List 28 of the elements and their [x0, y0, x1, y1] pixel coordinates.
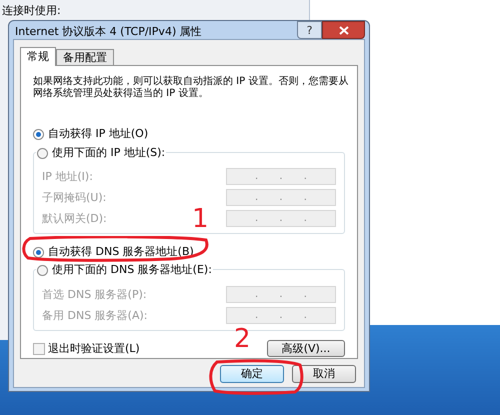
radio-button[interactable] — [37, 264, 48, 276]
close-icon — [338, 26, 348, 34]
dialog-button[interactable]: 确定 — [220, 365, 284, 383]
radio-label: 使用下面的 IP 地址(S): — [52, 146, 166, 160]
radio-label: 自动获得 IP 地址(O) — [48, 127, 148, 141]
field-label: 子网掩码(U): — [42, 190, 106, 204]
radio-button[interactable] — [33, 128, 44, 140]
radio-label: 使用下面的 DNS 服务器地址(E): — [52, 263, 212, 277]
tab[interactable]: 备用配置 — [56, 49, 114, 65]
field-label: 首选 DNS 服务器(P): — [42, 288, 147, 302]
checkbox[interactable] — [33, 342, 45, 354]
window-label: 连接时使用: — [2, 4, 61, 17]
checkbox-label: 退出时验证设置(L) — [48, 342, 140, 356]
field-label: 备用 DNS 服务器(A): — [42, 308, 148, 322]
radio-label: 自动获得 DNS 服务器地址(B) — [48, 245, 194, 259]
field-label: 默认网关(D): — [42, 212, 107, 226]
description-text: 如果网络支持此功能，则可以获取自动指派的 IP 设置。否则，您需要从网络系统管理员处获得适当的 IP 设置。 — [33, 76, 350, 100]
radio-button[interactable] — [37, 148, 48, 158]
help-button[interactable]: ? — [297, 21, 322, 39]
dialog-button[interactable]: 取消 — [292, 365, 356, 383]
annotation-number: 1 — [192, 206, 209, 232]
annotation-number: 2 — [234, 326, 251, 352]
field-label: IP 地址(I): — [42, 170, 93, 184]
tab[interactable]: 常规 — [20, 47, 56, 66]
close-button[interactable] — [322, 21, 365, 39]
radio-button[interactable] — [33, 246, 44, 258]
window-title: Internet 协议版本 4 (TCP/IPv4) 属性 — [14, 24, 202, 39]
advanced-button[interactable]: 高级(V)... — [267, 340, 345, 357]
